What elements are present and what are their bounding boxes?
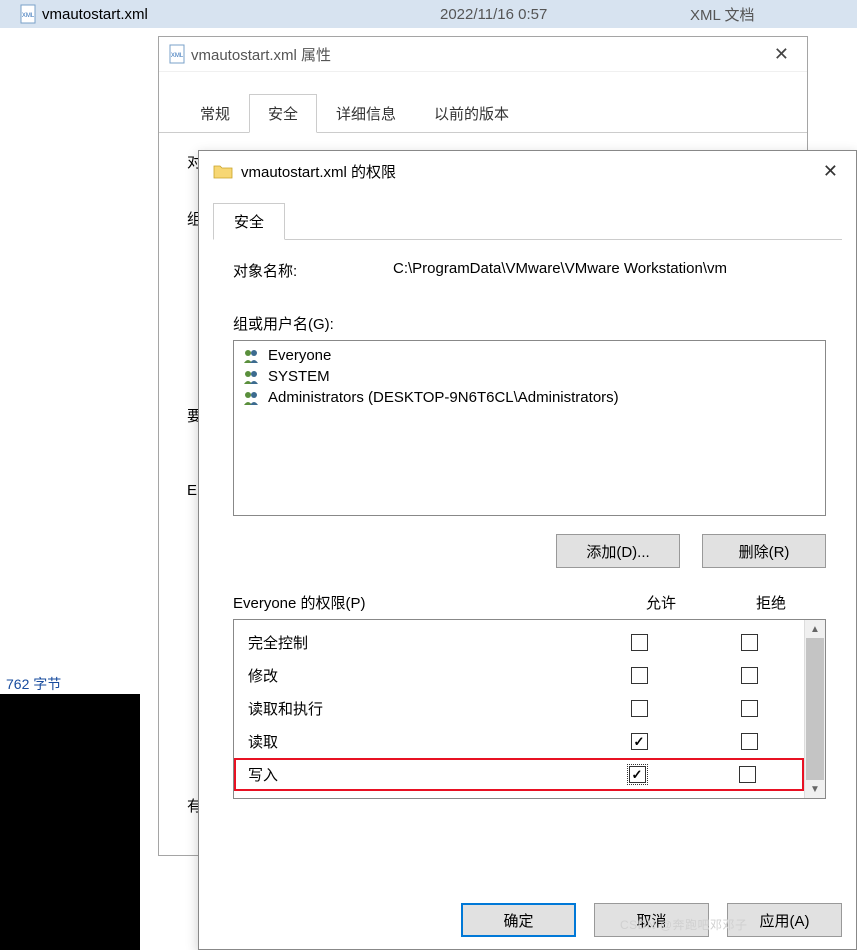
properties-tabs: 常规 安全 详细信息 以前的版本: [181, 94, 807, 133]
permissions-content: 对象名称: C:\ProgramData\VMware\VMware Works…: [199, 240, 856, 813]
tab-security[interactable]: 安全: [213, 203, 285, 240]
scrollbar[interactable]: ▲ ▼: [804, 620, 825, 798]
permissions-for-label: Everyone 的权限(P): [233, 592, 606, 613]
properties-title: vmautostart.xml 属性: [191, 44, 331, 65]
tab-details[interactable]: 详细信息: [317, 94, 415, 133]
allow-header: 允许: [606, 592, 716, 613]
scroll-thumb[interactable]: [806, 638, 824, 780]
xml-file-icon: XML: [169, 44, 185, 64]
file-type: XML 文档: [690, 4, 754, 25]
user-name: Administrators (DESKTOP-9N6T6CL\Administ…: [268, 389, 619, 406]
deny-checkbox[interactable]: [741, 667, 758, 684]
svg-text:XML: XML: [171, 53, 184, 59]
close-button[interactable]: ✕: [766, 44, 797, 65]
remove-button[interactable]: 删除(R): [702, 534, 826, 568]
list-item[interactable]: SYSTEM: [236, 366, 823, 387]
permissions-dialog: vmautostart.xml 的权限 ✕ 安全 对象名称: C:\Progra…: [198, 150, 857, 950]
user-name: SYSTEM: [268, 368, 330, 385]
permission-name: 写入: [248, 764, 582, 785]
file-date: 2022/11/16 0:57: [440, 6, 547, 23]
users-icon: [242, 390, 262, 406]
tab-previous[interactable]: 以前的版本: [415, 94, 528, 133]
permission-name: 完全控制: [248, 632, 584, 653]
permissions-tabs: 安全: [213, 203, 856, 240]
deny-header: 拒绝: [716, 592, 826, 613]
tab-general[interactable]: 常规: [181, 94, 249, 133]
group-users-label: 组或用户名(G):: [233, 313, 826, 334]
allow-checkbox[interactable]: [629, 766, 646, 783]
permission-name: 修改: [248, 665, 584, 686]
list-item[interactable]: Everyone: [236, 345, 823, 366]
permission-row: 写入: [234, 758, 804, 791]
permission-row: 特殊权限: [234, 791, 804, 798]
xml-file-icon: XML: [20, 4, 36, 24]
object-label: 对象名称:: [233, 260, 393, 281]
permissions-listbox: 完全控制修改读取和执行读取写入特殊权限 ▲ ▼: [233, 619, 826, 799]
permissions-title: vmautostart.xml 的权限: [241, 161, 396, 182]
scroll-up-icon[interactable]: ▲: [805, 620, 825, 638]
permission-name: 读取: [248, 731, 584, 752]
allow-checkbox[interactable]: [631, 700, 648, 717]
deny-checkbox[interactable]: [741, 733, 758, 750]
allow-checkbox[interactable]: [631, 733, 648, 750]
explorer-file-row[interactable]: XML vmautostart.xml 2022/11/16 0:57 XML …: [0, 0, 857, 28]
user-name: Everyone: [268, 347, 331, 364]
permission-row: 修改: [234, 659, 804, 692]
deny-checkbox[interactable]: [739, 766, 756, 783]
deny-checkbox[interactable]: [741, 700, 758, 717]
add-button[interactable]: 添加(D)...: [556, 534, 680, 568]
allow-checkbox[interactable]: [631, 667, 648, 684]
svg-text:XML: XML: [22, 13, 35, 19]
status-bar-size: 762 字节: [0, 672, 140, 694]
scroll-down-icon[interactable]: ▼: [805, 780, 825, 798]
close-button[interactable]: ✕: [819, 161, 842, 182]
users-icon: [242, 369, 262, 385]
object-path: C:\ProgramData\VMware\VMware Workstation…: [393, 260, 727, 281]
file-name: vmautostart.xml: [42, 6, 148, 23]
watermark: CSDN @奔跑吧邓邓子: [620, 916, 748, 933]
permission-row: 读取和执行: [234, 692, 804, 725]
permission-name: 特殊权限: [248, 797, 584, 798]
ok-button[interactable]: 确定: [461, 903, 576, 937]
permissions-titlebar[interactable]: vmautostart.xml 的权限 ✕: [199, 151, 856, 191]
permission-row: 完全控制: [234, 626, 804, 659]
allow-checkbox[interactable]: [631, 634, 648, 651]
tab-security[interactable]: 安全: [249, 94, 317, 133]
properties-titlebar[interactable]: XML vmautostart.xml 属性 ✕: [159, 37, 807, 72]
list-item[interactable]: Administrators (DESKTOP-9N6T6CL\Administ…: [236, 387, 823, 408]
folder-icon: [213, 163, 233, 179]
permission-row: 读取: [234, 725, 804, 758]
users-listbox[interactable]: Everyone SYSTEM Administrators (DESKTOP-…: [233, 340, 826, 516]
permission-name: 读取和执行: [248, 698, 584, 719]
background-block: [0, 694, 140, 950]
users-icon: [242, 348, 262, 364]
deny-checkbox[interactable]: [741, 634, 758, 651]
